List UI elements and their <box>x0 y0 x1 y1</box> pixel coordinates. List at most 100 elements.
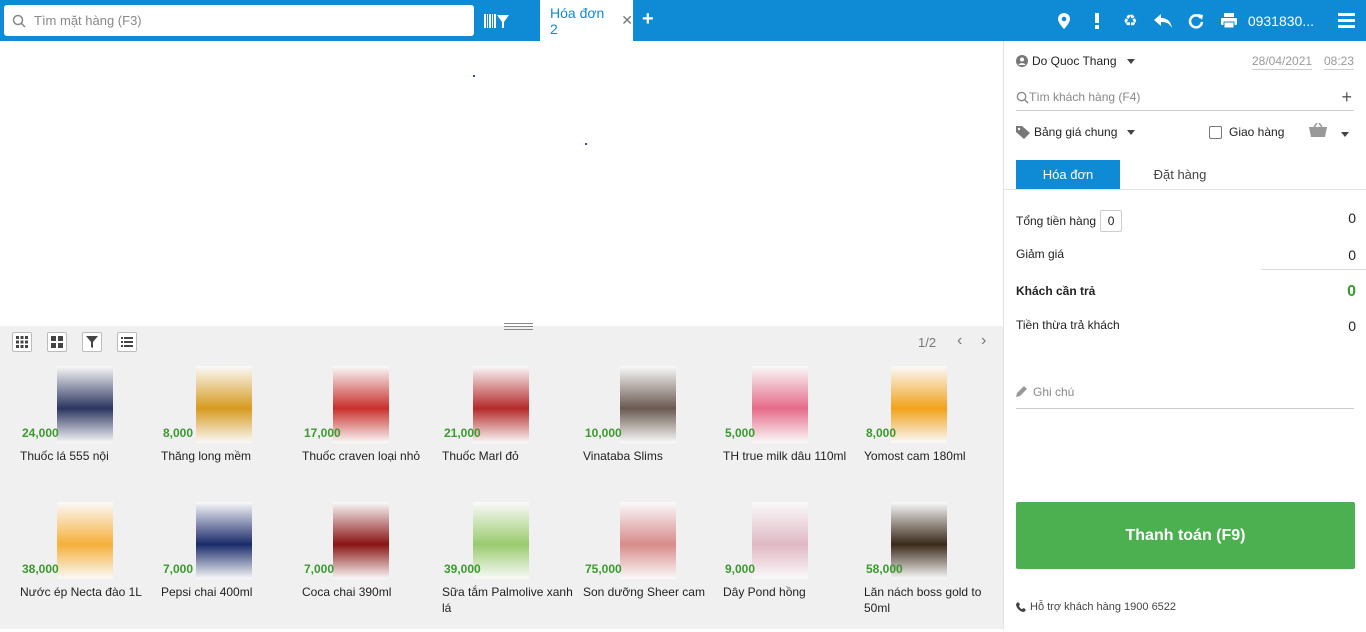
phone-number[interactable]: 0931830... <box>1246 13 1326 29</box>
large-grid-view-icon[interactable] <box>47 332 67 352</box>
sale-date[interactable]: 28/04/2021 <box>1252 54 1313 70</box>
product-name: Thăng long mềm <box>161 449 252 463</box>
tab-invoice-2[interactable]: Hóa đơn 2 ✕ <box>540 0 633 41</box>
print-icon[interactable] <box>1213 0 1246 41</box>
product-price: 9,000 <box>725 562 756 576</box>
product-price: 38,000 <box>22 562 59 576</box>
product-card[interactable]: 21,000 Thuốc Marl đỏ <box>442 366 577 496</box>
close-icon[interactable]: ✕ <box>621 12 633 29</box>
product-image <box>620 502 676 579</box>
product-name: Vinataba Slims <box>583 449 663 463</box>
product-price: 5,000 <box>725 426 756 440</box>
product-price: 7,000 <box>163 562 194 576</box>
tab-label: Hóa đơn 2 <box>550 4 605 37</box>
discount-input[interactable]: 0 <box>1348 247 1356 263</box>
delivery-toggle[interactable]: Giao hàng <box>1209 125 1284 139</box>
product-image <box>752 502 808 579</box>
alert-icon[interactable] <box>1081 0 1114 41</box>
product-image <box>891 366 947 443</box>
checkout-button[interactable]: Thanh toán (F9) <box>1016 502 1355 569</box>
change-label: Tiền thừa trả khách <box>1016 318 1120 332</box>
menu-icon[interactable] <box>1326 0 1366 41</box>
amount-due-label: Khách cần trả <box>1016 284 1096 298</box>
basket-icon <box>1309 122 1327 137</box>
product-price: 21,000 <box>444 426 481 440</box>
product-card[interactable]: 38,000 Nước ép Necta đào 1L <box>20 502 155 632</box>
chevron-down-icon <box>1127 129 1136 135</box>
chevron-down-icon <box>1340 132 1349 137</box>
sale-time[interactable]: 08:23 <box>1324 54 1355 70</box>
basket-selector[interactable] <box>1309 122 1349 140</box>
price-list-selector[interactable]: Bảng giá chung <box>1016 125 1136 139</box>
product-panel: 1/2 ‹ › 24,000 Thuốc lá 555 nội 8,000 Thăng… <box>0 326 1003 629</box>
discount-underline <box>1261 269 1366 270</box>
product-image <box>752 366 808 443</box>
tab-invoice[interactable]: Hóa đơn <box>1016 160 1120 189</box>
product-name: TH true milk dâu 110ml <box>723 449 847 463</box>
total-label: Tổng tiền hàng <box>1016 214 1097 228</box>
product-name: Thuốc craven loại nhỏ <box>302 449 421 463</box>
grid-view-icon[interactable] <box>12 332 32 352</box>
product-image <box>620 366 676 443</box>
resize-handle[interactable] <box>504 321 533 330</box>
cart-dot <box>585 143 587 145</box>
prev-page-icon[interactable]: ‹ <box>957 332 962 350</box>
change-row: Tiền thừa trả khách 0 <box>1016 318 1356 334</box>
top-bar: Hóa đơn 2 ✕ + ♻ 0931830... <box>0 0 1366 41</box>
recycle-icon[interactable]: ♻ <box>1114 0 1147 41</box>
product-price: 10,000 <box>585 426 622 440</box>
amount-due-value: 0 <box>1347 283 1356 300</box>
product-price: 8,000 <box>866 426 897 440</box>
tab-order[interactable]: Đặt hàng <box>1120 160 1240 189</box>
page-indicator: 1/2 <box>918 335 937 350</box>
cart-dot <box>473 75 475 77</box>
product-card[interactable]: 8,000 Thăng long mềm <box>161 366 296 496</box>
next-page-icon[interactable]: › <box>981 332 986 350</box>
tag-icon <box>1016 125 1030 139</box>
list-view-icon[interactable] <box>117 332 137 352</box>
order-tabs: Hóa đơn Đặt hàng <box>1016 160 1240 189</box>
product-name: Son dưỡng Sheer cam <box>583 585 705 599</box>
product-search[interactable] <box>4 5 474 36</box>
product-card[interactable]: 10,000 Vinataba Slims <box>583 366 718 496</box>
product-price: 24,000 <box>22 426 59 440</box>
product-card[interactable]: 39,000 Sữa tắm Palmolive xanh lá <box>442 502 577 632</box>
product-price: 8,000 <box>163 426 194 440</box>
product-card[interactable]: 8,000 Yomost cam 180ml <box>864 366 999 496</box>
product-card[interactable]: 24,000 Thuốc lá 555 nội <box>20 366 155 496</box>
filter-icon[interactable] <box>82 332 102 352</box>
add-customer-button[interactable]: + <box>1341 87 1352 108</box>
location-icon[interactable] <box>1048 0 1081 41</box>
refresh-icon[interactable] <box>1180 0 1213 41</box>
delivery-checkbox[interactable] <box>1209 125 1222 139</box>
discount-label: Giảm giá <box>1016 247 1065 261</box>
add-tab-button[interactable]: + <box>642 8 654 31</box>
toolbar: ♻ 0931830... <box>1048 0 1366 41</box>
product-price: 75,000 <box>585 562 622 576</box>
product-name: Lăn nách boss gold to 50ml <box>864 585 982 615</box>
support-text: Hỗ trợ khách hàng 1900 6522 <box>1030 601 1177 613</box>
order-panel: Do Quoc Thang 28/04/2021 08:23 Tìm khách… <box>1003 41 1366 629</box>
customer-search-placeholder: Tìm khách hàng (F4) <box>1029 90 1141 104</box>
product-card[interactable]: 5,000 TH true milk dâu 110ml <box>723 366 858 496</box>
product-card[interactable]: 58,000 Lăn nách boss gold to 50ml <box>864 502 999 632</box>
product-card[interactable]: 9,000 Dây Pond hồng <box>723 502 858 632</box>
product-price: 39,000 <box>444 562 481 576</box>
product-name: Coca chai 390ml <box>302 585 392 599</box>
cashier-selector[interactable]: Do Quoc Thang <box>1016 54 1135 68</box>
product-image <box>473 366 529 443</box>
product-card[interactable]: 17,000 Thuốc craven loại nhỏ <box>302 366 437 496</box>
product-image <box>333 502 389 579</box>
cart-area <box>0 41 1003 326</box>
customer-search[interactable]: Tìm khách hàng (F4) + <box>1016 84 1354 111</box>
reply-icon[interactable] <box>1147 0 1180 41</box>
product-search-input[interactable] <box>34 13 454 28</box>
product-card[interactable]: 7,000 Pepsi chai 400ml <box>161 502 296 632</box>
product-card[interactable]: 7,000 Coca chai 390ml <box>302 502 437 632</box>
amount-due-row: Khách cần trả 0 <box>1016 283 1356 300</box>
product-card[interactable]: 75,000 Son dưỡng Sheer cam <box>583 502 718 632</box>
change-value: 0 <box>1348 318 1356 334</box>
note-field[interactable]: Ghi chú <box>1016 375 1354 409</box>
barcode-filter-icon[interactable] <box>484 12 510 30</box>
product-name: Pepsi chai 400ml <box>161 585 253 599</box>
